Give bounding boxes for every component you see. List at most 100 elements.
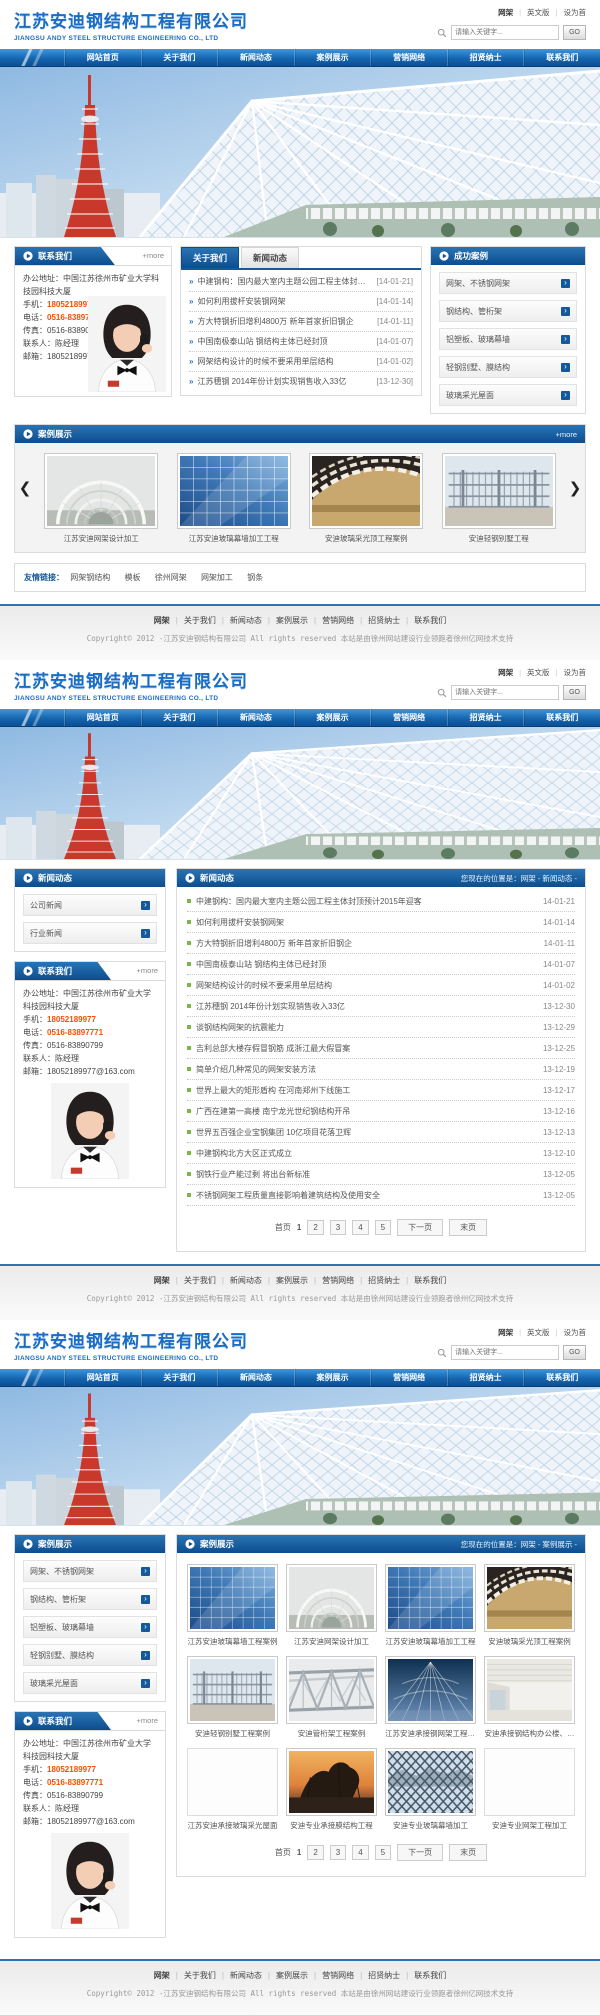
news-row[interactable]: 广西在建第一高楼 南宁龙光世纪钢结构开吊13-12-16 xyxy=(187,1101,575,1122)
case-item[interactable]: 安迪专业网架工程加工 xyxy=(484,1748,575,1831)
news-row[interactable]: 世界五百强企业宝钢集团 10亿项目花落卫辉13-12-13 xyxy=(187,1122,575,1143)
pagination-page[interactable]: 5 xyxy=(375,1845,391,1860)
news-row[interactable]: 中建钢构：国内最大室内主题公园工程主体封顶预计2015年迎客14-01-21 xyxy=(187,891,575,912)
nav-item-jobs[interactable]: 招贤纳士 xyxy=(447,709,524,726)
case-category-link[interactable]: 玻璃采光屋面› xyxy=(23,1672,157,1694)
top-link-set-homepage[interactable]: 设为首 xyxy=(550,1328,586,1337)
friendly-link[interactable]: 网架加工 xyxy=(201,573,233,582)
news-item[interactable]: »方大特钢折旧增利4800万 新年首家折旧钢企[14-01-11] xyxy=(189,312,413,332)
carousel-item[interactable]: 江苏安迪玻璃幕墙加工工程 xyxy=(175,453,293,544)
case-category-link[interactable]: 轻钢别墅、膜结构› xyxy=(23,1644,157,1666)
case-item[interactable]: 江苏安迪网架设计加工 xyxy=(286,1564,377,1647)
pagination-next[interactable]: 下一页 xyxy=(397,1844,443,1861)
contact-more-link[interactable]: +more xyxy=(137,1716,158,1725)
news-item[interactable]: »网架结构设计的时候不要采用单层结构[14-01-02] xyxy=(189,352,413,372)
footer-link[interactable]: 关于我们 xyxy=(170,1276,216,1285)
case-item[interactable]: 安迪管桁架工程案例 xyxy=(286,1656,377,1739)
news-row[interactable]: 江苏穗钢 2014年份计划实现销售收入33亿13-12-30 xyxy=(187,996,575,1017)
friendly-link[interactable]: 网架钢结构 xyxy=(70,573,110,582)
nav-item-home[interactable]: 网站首页 xyxy=(64,1369,141,1386)
carousel-prev-button[interactable]: ❮ xyxy=(17,453,33,525)
carousel-item[interactable]: 江苏安迪网架设计加工 xyxy=(42,453,160,544)
news-row[interactable]: 网架结构设计的时候不要采用单层结构14-01-02 xyxy=(187,975,575,996)
case-item[interactable]: 江苏安迪玻璃幕墙工程案例 xyxy=(187,1564,278,1647)
news-row[interactable]: 中国南极泰山站 钢结构主体已经封顶14-01-07 xyxy=(187,954,575,975)
search-input[interactable] xyxy=(451,1345,559,1360)
nav-item-cases[interactable]: 案例展示 xyxy=(294,49,371,66)
nav-item-cases[interactable]: 案例展示 xyxy=(294,1369,371,1386)
search-go-button[interactable]: GO xyxy=(563,685,586,700)
pagination-page[interactable]: 2 xyxy=(307,1845,323,1860)
footer-link[interactable]: 关于我们 xyxy=(170,616,216,625)
news-item[interactable]: »江苏穗钢 2014年份计划实现销售收入33亿[13-12-30] xyxy=(189,372,413,391)
top-link-english[interactable]: 英文版 xyxy=(513,1328,549,1337)
case-item[interactable]: 江苏安迪承接玻璃采光屋面 xyxy=(187,1748,278,1831)
news-row[interactable]: 如何利用拔杆安装钢网架14-01-14 xyxy=(187,912,575,933)
friendly-link[interactable]: 钢条 xyxy=(247,573,263,582)
footer-link[interactable]: 联系我们 xyxy=(400,616,446,625)
case-item[interactable]: 江苏安迪承接钢网架工程设计 xyxy=(385,1656,476,1739)
nav-item-contact[interactable]: 联系我们 xyxy=(523,1369,600,1386)
news-row[interactable]: 钢铁行业产能过剩 将出台新标准13-12-05 xyxy=(187,1164,575,1185)
case-category-link[interactable]: 网架、不锈钢网架› xyxy=(23,1560,157,1582)
carousel-more-link[interactable]: +more xyxy=(556,430,577,439)
news-row[interactable]: 吉利总部大楼存假冒钢筋 成浙江最大假冒案13-12-25 xyxy=(187,1038,575,1059)
pagination-page[interactable]: 4 xyxy=(352,1220,368,1235)
case-item[interactable]: 江苏安迪玻璃幕墙加工工程 xyxy=(385,1564,476,1647)
contact-more-link[interactable]: +more xyxy=(143,251,164,260)
pagination-page[interactable]: 3 xyxy=(330,1220,346,1235)
top-link-home[interactable]: 网架 xyxy=(498,8,513,17)
nav-item-news[interactable]: 新闻动态 xyxy=(217,709,294,726)
case-item[interactable]: 安迪轻钢别墅工程案例 xyxy=(187,1656,278,1739)
case-item[interactable]: 安迪专业承接膜结构工程 xyxy=(286,1748,377,1831)
news-item[interactable]: »中国南极泰山站 钢结构主体已经封顶[14-01-07] xyxy=(189,332,413,352)
news-item[interactable]: »如何利用拔杆安装钢网架[14-01-14] xyxy=(189,292,413,312)
news-row[interactable]: 世界上最大的矩形盾构 在河南郑州下线施工13-12-17 xyxy=(187,1080,575,1101)
news-row[interactable]: 中建钢构北方大区正式成立13-12-10 xyxy=(187,1143,575,1164)
carousel-next-button[interactable]: ❯ xyxy=(567,453,583,525)
case-category-link[interactable]: 铝塑板、玻璃幕墙› xyxy=(439,328,577,350)
footer-link[interactable]: 案例展示 xyxy=(262,1971,308,1980)
pagination-last[interactable]: 末页 xyxy=(449,1219,487,1236)
tab-news[interactable]: 新闻动态 xyxy=(241,247,299,268)
footer-link[interactable]: 招贤纳士 xyxy=(354,1971,400,1980)
nav-item-about[interactable]: 关于我们 xyxy=(141,709,218,726)
top-link-set-homepage[interactable]: 设为首 xyxy=(550,8,586,17)
nav-item-cases[interactable]: 案例展示 xyxy=(294,709,371,726)
search-go-button[interactable]: GO xyxy=(563,1345,586,1360)
footer-link[interactable]: 营销网络 xyxy=(308,1276,354,1285)
footer-link[interactable]: 网架 xyxy=(154,616,170,625)
pagination-last[interactable]: 末页 xyxy=(449,1844,487,1861)
nav-item-jobs[interactable]: 招贤纳士 xyxy=(447,49,524,66)
pagination-first[interactable]: 首页 xyxy=(275,1222,291,1233)
footer-link[interactable]: 营销网络 xyxy=(308,1971,354,1980)
top-link-english[interactable]: 英文版 xyxy=(513,8,549,17)
nav-item-network[interactable]: 营销网络 xyxy=(370,1369,447,1386)
case-category-link[interactable]: 玻璃采光屋面› xyxy=(439,384,577,406)
footer-link[interactable]: 新闻动态 xyxy=(216,616,262,625)
top-link-set-homepage[interactable]: 设为首 xyxy=(550,668,586,677)
case-category-link[interactable]: 轻钢别墅、膜结构› xyxy=(439,356,577,378)
news-row[interactable]: 不锈钢网架工程质量直接影响着建筑结构及使用安全13-12-05 xyxy=(187,1185,575,1206)
tab-about[interactable]: 关于我们 xyxy=(181,247,239,268)
friendly-link[interactable]: 模板 xyxy=(124,573,140,582)
case-category-link[interactable]: 铝塑板、玻璃幕墙› xyxy=(23,1616,157,1638)
footer-link[interactable]: 网架 xyxy=(154,1971,170,1980)
nav-item-home[interactable]: 网站首页 xyxy=(64,49,141,66)
news-category-link[interactable]: 公司新闻› xyxy=(23,894,157,916)
footer-link[interactable]: 网架 xyxy=(154,1276,170,1285)
footer-link[interactable]: 营销网络 xyxy=(308,616,354,625)
contact-more-link[interactable]: +more xyxy=(137,966,158,975)
carousel-item[interactable]: 安迪玻璃采光顶工程案例 xyxy=(307,453,425,544)
top-link-home[interactable]: 网架 xyxy=(498,668,513,677)
search-go-button[interactable]: GO xyxy=(563,25,586,40)
case-category-link[interactable]: 钢结构、管桁架› xyxy=(439,300,577,322)
pagination-page[interactable]: 2 xyxy=(307,1220,323,1235)
nav-item-news[interactable]: 新闻动态 xyxy=(217,49,294,66)
search-input[interactable] xyxy=(451,25,559,40)
footer-link[interactable]: 关于我们 xyxy=(170,1971,216,1980)
footer-link[interactable]: 新闻动态 xyxy=(216,1276,262,1285)
nav-item-contact[interactable]: 联系我们 xyxy=(523,709,600,726)
footer-link[interactable]: 案例展示 xyxy=(262,616,308,625)
case-item[interactable]: 安迪专业玻璃幕墙加工 xyxy=(385,1748,476,1831)
